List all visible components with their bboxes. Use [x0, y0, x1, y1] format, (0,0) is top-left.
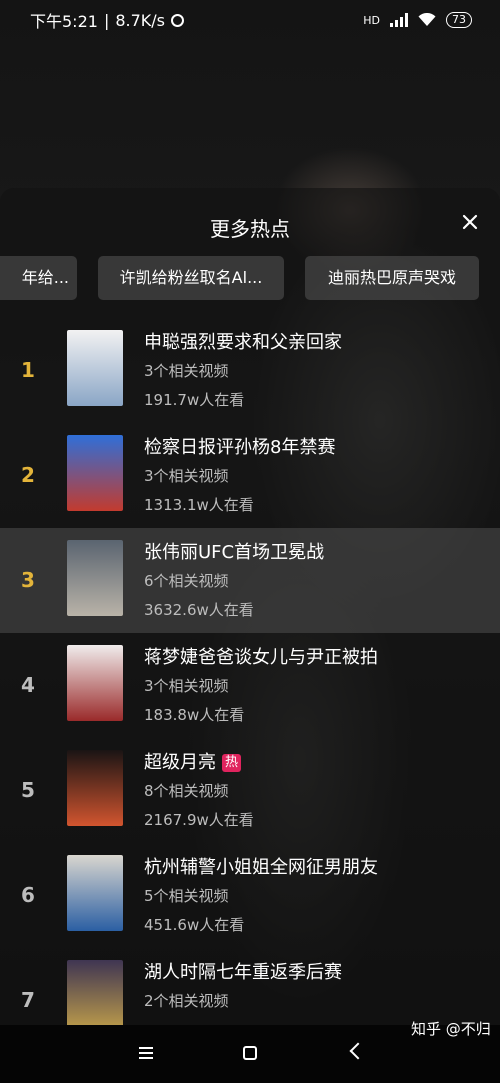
- hot-topic-row[interactable]: 4 蒋梦婕爸爸谈女儿与尹正被拍 3个相关视频 183.8w人在看: [0, 633, 500, 738]
- rank-number: 4: [21, 673, 35, 697]
- related-video-count: 5个相关视频: [144, 887, 229, 905]
- topic-thumbnail: [67, 750, 123, 826]
- menu-icon[interactable]: [139, 1047, 153, 1059]
- status-left: 下午5:21 | 8.7K/s: [30, 8, 184, 32]
- topic-chip[interactable]: 许凯给粉丝取名Al...: [98, 256, 284, 300]
- rank-number: 5: [21, 778, 35, 802]
- related-video-count: 2个相关视频: [144, 992, 229, 1010]
- hot-topic-row[interactable]: 5 超级月亮热 8个相关视频 2167.9w人在看: [0, 738, 500, 843]
- topic-title: 超级月亮: [144, 752, 216, 773]
- related-video-count: 3个相关视频: [144, 362, 229, 380]
- viewer-count: 191.7w人在看: [144, 391, 245, 409]
- alarm-icon: [171, 13, 184, 27]
- topic-title: 检察日报评孙杨8年禁赛: [144, 437, 336, 458]
- related-video-count: 3个相关视频: [144, 467, 229, 485]
- status-bar: 下午5:21 | 8.7K/s HD 73: [0, 0, 500, 40]
- rank-number: 3: [21, 568, 35, 592]
- watermark: 知乎 @不归: [411, 1020, 491, 1038]
- close-icon[interactable]: [458, 210, 482, 234]
- related-video-count: 3个相关视频: [144, 677, 229, 695]
- network-label: HD: [363, 13, 380, 27]
- hot-topic-row[interactable]: 3 张伟丽UFC首场卫冕战 6个相关视频 3632.6w人在看: [0, 528, 500, 633]
- topic-chip[interactable]: 年给...: [0, 256, 77, 300]
- viewer-count: 1313.1w人在看: [144, 496, 254, 514]
- topic-title: 杭州辅警小姐姐全网征男朋友: [144, 857, 378, 878]
- topic-thumbnail: [67, 855, 123, 931]
- hot-topic-row[interactable]: 1 申聪强烈要求和父亲回家 3个相关视频 191.7w人在看: [0, 318, 500, 423]
- topic-title: 蒋梦婕爸爸谈女儿与尹正被拍: [144, 647, 378, 668]
- related-video-count: 6个相关视频: [144, 572, 229, 590]
- hot-topics-panel: 更多热点 年给... 许凯给粉丝取名Al... 迪丽热巴原声哭戏 1 申聪强烈要…: [0, 188, 500, 1083]
- hot-badge: 热: [222, 754, 242, 772]
- status-divider: |: [103, 10, 110, 30]
- topic-thumbnail: [67, 540, 123, 616]
- topic-thumbnail: [67, 435, 123, 511]
- related-video-count: 8个相关视频: [144, 782, 229, 800]
- panel-title: 更多热点: [210, 217, 290, 241]
- hot-topic-row[interactable]: 6 杭州辅警小姐姐全网征男朋友 5个相关视频 451.6w人在看: [0, 843, 500, 948]
- topic-title: 湖人时隔七年重返季后赛: [144, 962, 342, 983]
- status-time: 下午5:21: [30, 12, 98, 31]
- rank-number: 2: [21, 463, 35, 487]
- topic-chips: 年给... 许凯给粉丝取名Al... 迪丽热巴原声哭戏: [0, 256, 500, 300]
- hot-topic-row[interactable]: 2 检察日报评孙杨8年禁赛 3个相关视频 1313.1w人在看: [0, 423, 500, 528]
- topic-title-wrap: 超级月亮热: [144, 748, 242, 774]
- rank-number: 6: [21, 883, 35, 907]
- viewer-count: 2167.9w人在看: [144, 811, 254, 829]
- status-speed: 8.7K/s: [115, 10, 165, 30]
- signal-icon: [390, 13, 408, 27]
- wifi-icon: [418, 13, 436, 26]
- topic-thumbnail: [67, 330, 123, 406]
- home-icon[interactable]: [243, 1046, 257, 1060]
- topic-title: 申聪强烈要求和父亲回家: [144, 332, 342, 353]
- topic-chip[interactable]: 迪丽热巴原声哭戏: [305, 256, 479, 300]
- topic-title: 张伟丽UFC首场卫冕战: [144, 542, 325, 563]
- viewer-count: 183.8w人在看: [144, 706, 245, 724]
- viewer-count: 451.6w人在看: [144, 916, 245, 934]
- status-right: HD 73: [363, 12, 472, 28]
- viewer-count: 3632.6w人在看: [144, 601, 254, 619]
- back-icon[interactable]: [349, 1042, 367, 1060]
- topic-thumbnail: [67, 645, 123, 721]
- rank-number: 1: [21, 358, 35, 382]
- battery-indicator: 73: [446, 12, 472, 28]
